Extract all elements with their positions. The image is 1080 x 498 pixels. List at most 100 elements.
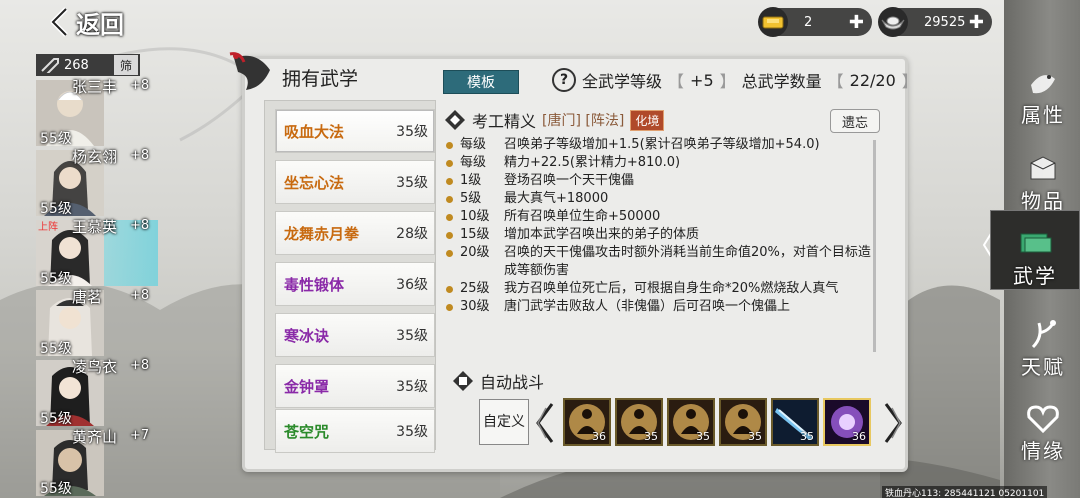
skill-detail-name: 考工精义 bbox=[472, 112, 537, 131]
skill-item[interactable]: 苍空咒 35级 bbox=[275, 409, 435, 453]
tab-attributes[interactable]: 属性 bbox=[1006, 48, 1080, 128]
hero-level: 55级 bbox=[40, 131, 72, 147]
detail-line: 5级 最大真气+18000 bbox=[446, 190, 874, 208]
skill-item[interactable]: 龙舞赤月拳 28级 bbox=[275, 211, 435, 255]
skill-item[interactable]: 坐忘心法 35级 bbox=[275, 160, 435, 204]
player-id-text: 铁血丹心113: 285441121 05201101 bbox=[882, 486, 1048, 498]
diamond-icon bbox=[445, 110, 465, 130]
skill-name: 坐忘心法 bbox=[284, 173, 345, 192]
gold-ingot-icon bbox=[758, 7, 788, 37]
skill-level: 35级 bbox=[396, 175, 428, 191]
skill-slot[interactable]: 35 bbox=[719, 398, 767, 446]
tab-bonds[interactable]: 情缘 bbox=[1006, 384, 1080, 464]
diamond-icon bbox=[453, 371, 473, 391]
hero-name: 黄齐山 bbox=[72, 428, 118, 446]
skill-item[interactable]: 寒冰诀 35级 bbox=[275, 313, 435, 357]
sword-icon bbox=[41, 58, 59, 73]
slot-count: 35 bbox=[800, 430, 814, 443]
detail-line: 1级 登场召唤一个天干傀儡 bbox=[446, 172, 874, 190]
tab-talent[interactable]: 天赋 bbox=[1006, 300, 1080, 380]
skill-name: 金钟罩 bbox=[284, 377, 330, 396]
chevron-left-icon[interactable] bbox=[534, 402, 556, 444]
total-count-value: 22/20 bbox=[849, 70, 896, 90]
hero-card-1[interactable]: 张三丰 +8 55级 bbox=[36, 76, 149, 147]
skill-slot[interactable]: 35 bbox=[615, 398, 663, 446]
skill-item[interactable]: 吸血大法 35级 bbox=[275, 109, 435, 153]
auto-battle-header: 自动战斗 bbox=[452, 369, 544, 393]
box-icon bbox=[1030, 156, 1056, 180]
template-button[interactable]: 模板 bbox=[443, 70, 519, 94]
silver-currency: 29525 ✚ bbox=[878, 7, 992, 37]
skill-item[interactable]: 金钟罩 35级 bbox=[275, 364, 435, 408]
skill-item[interactable]: 毒性锻体 36级 bbox=[275, 262, 435, 306]
slot-count: 36 bbox=[852, 430, 866, 443]
hero-name: 凌鸟衣 bbox=[72, 358, 118, 376]
deployed-tag: 上阵 bbox=[38, 222, 58, 233]
hero-card-5[interactable]: 凌鸟衣 +8 55级 bbox=[36, 356, 149, 427]
detail-line: 25级 我方召唤单位死亡后，可根据自身生命*20%燃烧敌人真气 bbox=[446, 280, 874, 298]
skill-list[interactable]: 吸血大法 35级 坐忘心法 35级 龙舞赤月拳 28级 毒性锻体 36级 寒冰诀… bbox=[264, 100, 436, 453]
detail-scrollbar[interactable] bbox=[873, 140, 876, 352]
hero-card-3-selected[interactable]: 上阵 王慕英 +8 55级 bbox=[36, 216, 158, 287]
skill-detail-tags: [唐门] [阵法] bbox=[542, 113, 625, 129]
hero-level: 55级 bbox=[40, 201, 72, 217]
detail-line: 10级 所有召唤单位生命+50000 bbox=[446, 208, 874, 226]
hero-card-4[interactable]: 唐茗 +8 55级 bbox=[36, 286, 149, 357]
bracket-open-icon: 【 bbox=[827, 72, 844, 91]
hero-card-6[interactable]: 黄齐山 +7 55级 bbox=[36, 426, 149, 497]
hero-name: 唐茗 bbox=[72, 288, 103, 306]
skill-detail-text[interactable]: 每级 召唤弟子等级增加+1.5(累计召唤弟子等级增加+54.0) 每级 精力+22.… bbox=[446, 136, 874, 354]
add-silver-icon[interactable]: ✚ bbox=[969, 12, 984, 33]
back-button[interactable]: 返回 bbox=[48, 4, 124, 40]
add-gold-icon[interactable]: ✚ bbox=[849, 12, 864, 33]
hero-card-2[interactable]: 杨玄翎 +8 55级 bbox=[36, 146, 149, 217]
combat-power-bar: 268 筛 bbox=[36, 54, 140, 76]
slot-count: 35 bbox=[644, 430, 658, 443]
skill-slot[interactable]: 35 bbox=[667, 398, 715, 446]
silver-value: 29525 bbox=[924, 14, 966, 30]
back-arrow-icon bbox=[50, 7, 68, 37]
skill-level: 28级 bbox=[396, 226, 428, 242]
slot-count: 36 bbox=[592, 430, 606, 443]
hero-plus: +7 bbox=[130, 428, 150, 443]
skill-slot[interactable]: 35 bbox=[771, 398, 819, 446]
custom-button[interactable]: 自定义 bbox=[479, 399, 529, 445]
bracket-open-icon: 【 bbox=[668, 72, 685, 91]
skill-level: 35级 bbox=[396, 328, 428, 344]
detail-line: 20级 召唤的天干傀儡攻击时额外消耗当前生命值20%，对首个目标造成等额伤害 bbox=[446, 244, 874, 280]
slot-count: 35 bbox=[748, 430, 762, 443]
book-icon bbox=[1020, 233, 1052, 253]
bird-icon bbox=[1031, 75, 1055, 94]
silver-ingot-icon bbox=[878, 7, 908, 37]
bracket-close-icon: 】 bbox=[901, 72, 918, 91]
tab-label: 属性 bbox=[1021, 103, 1065, 127]
heart-icon bbox=[1027, 405, 1059, 434]
hero-level: 55级 bbox=[40, 341, 72, 357]
skill-name: 龙舞赤月拳 bbox=[284, 224, 360, 243]
help-icon[interactable]: ? bbox=[552, 68, 576, 92]
hero-plus: +8 bbox=[130, 218, 150, 233]
filter-button[interactable]: 筛 bbox=[114, 55, 138, 75]
total-count-label: 总武学数量 bbox=[741, 72, 822, 91]
skill-rank-badge: 化境 bbox=[630, 109, 665, 131]
ink-brush-icon bbox=[229, 52, 270, 90]
gold-value: 2 bbox=[804, 14, 813, 30]
skill-slot[interactable]: 36 bbox=[563, 398, 611, 446]
bracket-close-icon: 】 bbox=[719, 72, 736, 91]
back-label: 返回 bbox=[76, 10, 124, 39]
forget-button[interactable]: 遗忘 bbox=[830, 109, 880, 133]
slot-count: 35 bbox=[696, 430, 710, 443]
hero-plus: +8 bbox=[130, 148, 150, 163]
chevron-right-icon[interactable] bbox=[882, 402, 904, 444]
skill-slot-selected[interactable]: 36 bbox=[823, 398, 871, 446]
hero-name: 张三丰 bbox=[72, 78, 118, 96]
tab-martial-arts[interactable]: 武学 bbox=[990, 210, 1080, 290]
panel-title: 拥有武学 bbox=[282, 68, 359, 90]
detail-line: 15级 增加本武学召唤出来的弟子的体质 bbox=[446, 226, 874, 244]
skill-level: 35级 bbox=[396, 124, 428, 140]
tab-items[interactable]: 物品 bbox=[1006, 134, 1080, 214]
all-level-value: +5 bbox=[690, 70, 714, 90]
hero-plus: +8 bbox=[130, 288, 150, 303]
tab-label: 情缘 bbox=[1021, 439, 1065, 463]
detail-line: 每级 精力+22.5(累计精力+810.0) bbox=[446, 154, 874, 172]
